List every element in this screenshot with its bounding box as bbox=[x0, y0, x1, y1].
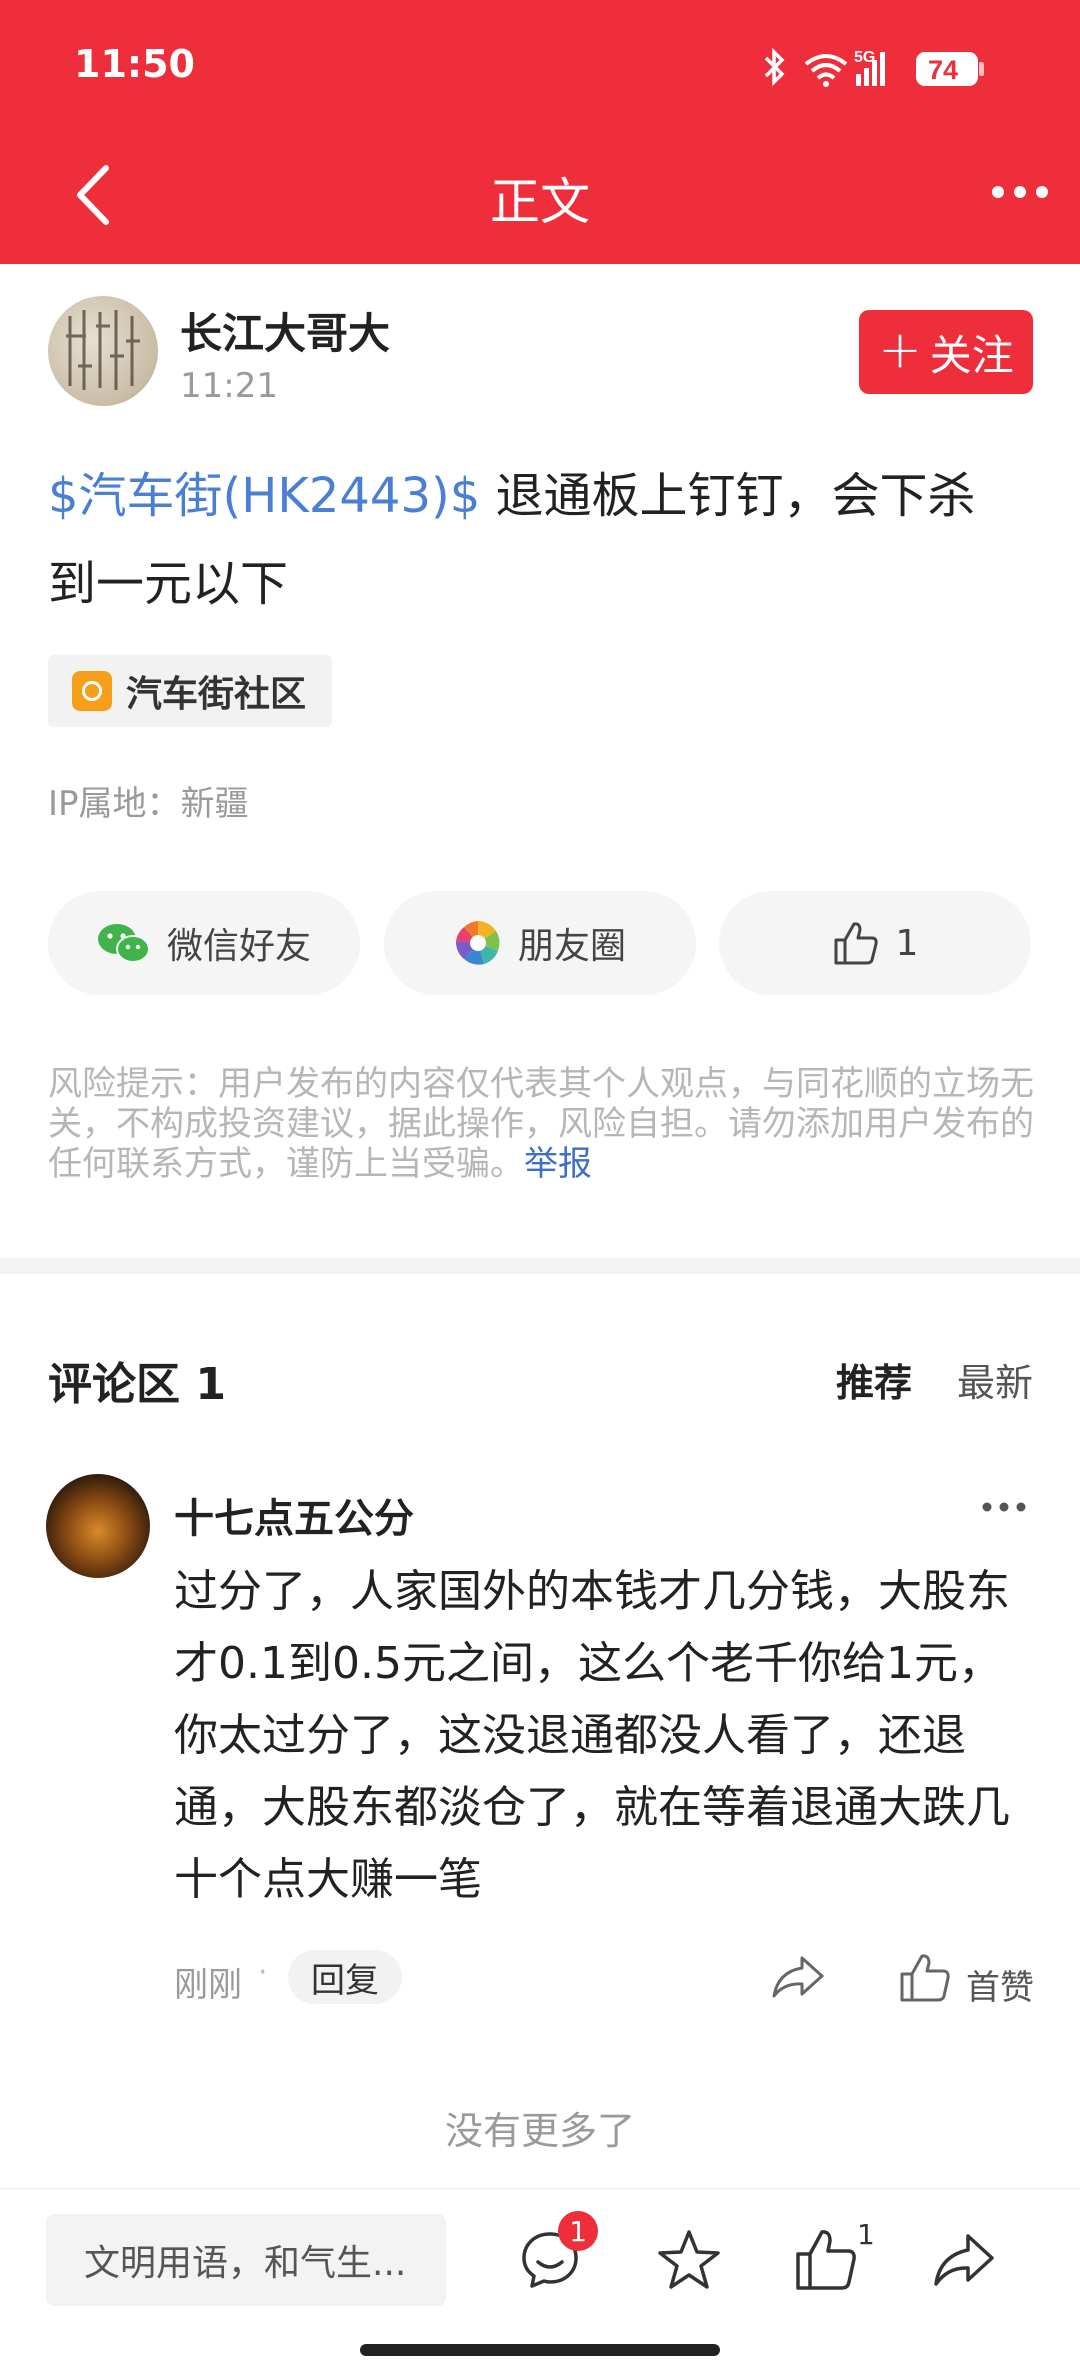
post-content: $汽车街(HK2443)$ 退通板上钉钉，会下杀 到一元以下 bbox=[48, 452, 1038, 628]
bluetooth-icon bbox=[764, 47, 785, 87]
comment-separator: · bbox=[258, 1955, 268, 1990]
like-count: 1 bbox=[895, 922, 919, 964]
battery-icon: 74 bbox=[916, 52, 984, 86]
svg-text:74: 74 bbox=[928, 55, 958, 85]
comment-time: 刚刚 bbox=[174, 1965, 242, 2005]
follow-label: 关注 bbox=[929, 330, 1014, 380]
reply-button[interactable]: 回复 bbox=[288, 1950, 402, 2004]
community-icon bbox=[72, 671, 112, 711]
wechat-icon bbox=[97, 924, 150, 963]
sort-recommend-tab[interactable]: 推荐 bbox=[836, 1352, 912, 1407]
comment-like-label[interactable]: 首赞 bbox=[966, 1960, 1034, 2009]
post-text-line2: 到一元以下 bbox=[48, 556, 289, 612]
commenter-avatar[interactable] bbox=[46, 1474, 150, 1578]
signal-icon: 5G bbox=[854, 49, 885, 86]
risk-notice: 风险提示：用户发布的内容仅代表其个人观点，与同花顺的立场无关，不构成投资建议，据… bbox=[48, 1064, 1038, 1184]
wifi-icon bbox=[804, 54, 848, 87]
favorite-star-icon[interactable] bbox=[656, 2228, 722, 2292]
author-avatar[interactable] bbox=[48, 296, 158, 406]
sort-latest-tab[interactable]: 最新 bbox=[957, 1352, 1033, 1407]
bottom-share-icon[interactable] bbox=[932, 2232, 996, 2288]
share-wechat-button[interactable]: 微信好友 bbox=[48, 891, 360, 995]
thumbs-up-icon bbox=[834, 922, 878, 965]
comment-like-icon[interactable] bbox=[898, 1950, 952, 2004]
moments-icon bbox=[455, 921, 500, 965]
plus-icon: + bbox=[878, 320, 922, 380]
calligraphy-avatar-image bbox=[66, 310, 140, 390]
comment-count-badge: 1 bbox=[558, 2211, 598, 2251]
report-link[interactable]: 举报 bbox=[524, 1144, 592, 1184]
commenter-name[interactable]: 十七点五公分 bbox=[174, 1486, 414, 1544]
comments-title: 评论区 1 bbox=[48, 1359, 226, 1410]
bottom-like-count: 1 bbox=[857, 2218, 875, 2251]
like-button[interactable]: 1 bbox=[719, 891, 1031, 995]
community-label: 汽车街社区 bbox=[126, 674, 307, 715]
share-wechat-label: 微信好友 bbox=[166, 926, 311, 967]
home-indicator bbox=[360, 2344, 720, 2356]
section-divider bbox=[0, 1258, 1080, 1274]
more-menu-button[interactable] bbox=[990, 184, 1050, 200]
follow-button[interactable]: + 关注 bbox=[859, 310, 1033, 394]
post-text-line1: 退通板上钉钉，会下杀 bbox=[480, 468, 976, 524]
page-title: 正文 bbox=[490, 173, 590, 231]
no-more-label: 没有更多了 bbox=[444, 2109, 635, 2153]
stock-link[interactable]: $汽车街(HK2443)$ bbox=[48, 468, 480, 524]
community-tag[interactable]: 汽车街社区 bbox=[48, 655, 333, 727]
author-name[interactable]: 长江大哥大 bbox=[180, 300, 390, 361]
bottom-like-icon[interactable] bbox=[794, 2226, 858, 2292]
share-icon[interactable] bbox=[770, 1952, 826, 2002]
comment-more-button[interactable] bbox=[980, 1500, 1028, 1514]
status-icons: 5G 74 bbox=[764, 47, 984, 87]
status-time: 11:50 bbox=[74, 42, 195, 86]
comment-input[interactable]: 文明用语，和气生... bbox=[46, 2214, 446, 2306]
post-time: 11:21 bbox=[180, 366, 278, 406]
share-moments-label: 朋友圈 bbox=[517, 926, 626, 967]
ip-location: IP属地：新疆 bbox=[48, 784, 249, 824]
comment-text: 过分了，人家国外的本钱才几分钱，大股东才0.1到0.5元之间，这么个老千你给1元… bbox=[174, 1566, 1010, 1905]
share-moments-button[interactable]: 朋友圈 bbox=[384, 891, 696, 995]
